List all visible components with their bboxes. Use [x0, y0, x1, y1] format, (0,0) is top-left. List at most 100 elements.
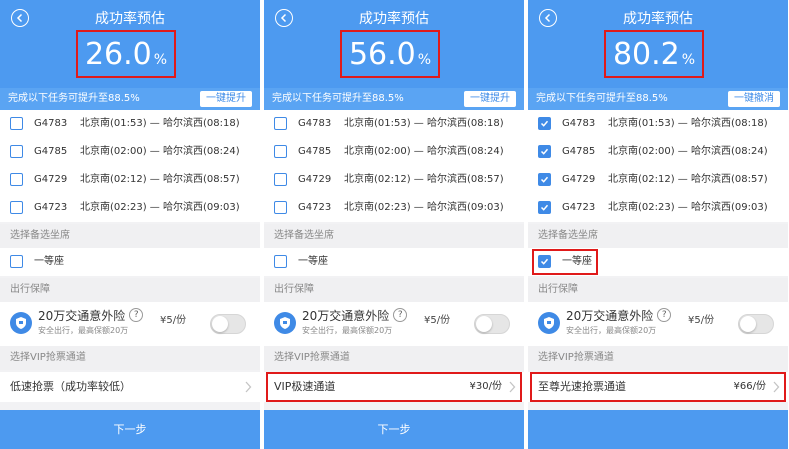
train-row[interactable]: G4785 北京南(02:00) — 哈尔滨西(08:24) [528, 138, 788, 166]
vip-section-title: 选择VIP抢票通道 [264, 346, 524, 370]
train-route: 北京南(01:53) — 哈尔滨西(08:18) [344, 118, 504, 129]
train-code: G4783 [34, 118, 68, 129]
toggle-knob [476, 316, 492, 332]
train-checkbox[interactable] [538, 173, 551, 186]
train-route: 北京南(02:00) — 哈尔滨西(08:24) [344, 146, 504, 157]
next-step-button[interactable] [528, 410, 788, 449]
vip-section-title: 选择VIP抢票通道 [0, 346, 260, 370]
train-code: G4723 [298, 202, 332, 213]
next-step-button[interactable]: 下一步 [0, 410, 260, 449]
insurance-price: ¥5/份 [160, 315, 187, 326]
seat-option[interactable]: 一等座 [264, 248, 524, 276]
train-route: 北京南(02:00) — 哈尔滨西(08:24) [80, 146, 240, 157]
insurance-name: 20万交通意外险? [302, 308, 408, 324]
help-icon[interactable]: ? [393, 308, 408, 322]
success-rate-display: 80.2% [604, 30, 704, 78]
check-icon [540, 204, 549, 211]
train-row[interactable]: G4729 北京南(02:12) — 哈尔滨西(08:57) [264, 166, 524, 194]
train-row[interactable]: G4783 北京南(01:53) — 哈尔滨西(08:18) [528, 110, 788, 138]
train-row[interactable]: G4783 北京南(01:53) — 哈尔滨西(08:18) [0, 110, 260, 138]
train-row[interactable]: G4729 北京南(02:12) — 哈尔滨西(08:57) [0, 166, 260, 194]
seat-highlight-box [532, 249, 598, 275]
train-row[interactable]: G4785 北京南(02:00) — 哈尔滨西(08:24) [264, 138, 524, 166]
train-checkbox[interactable] [10, 201, 23, 214]
insurance-subtitle: 安全出行，最高保额20万 [38, 326, 129, 335]
toggle-knob [212, 316, 228, 332]
train-checkbox[interactable] [274, 173, 287, 186]
insurance-subtitle: 安全出行，最高保额20万 [566, 326, 657, 335]
seat-checkbox[interactable] [10, 255, 23, 268]
help-icon[interactable]: ? [129, 308, 144, 322]
insurance-toggle[interactable] [474, 314, 510, 334]
insurance-toggle[interactable] [738, 314, 774, 334]
train-code: G4785 [562, 146, 596, 157]
train-checkbox[interactable] [538, 117, 551, 130]
seat-section-title: 选择备选坐席 [528, 224, 788, 248]
train-code: G4783 [562, 118, 596, 129]
train-row[interactable]: G4723 北京南(02:23) — 哈尔滨西(09:03) [0, 194, 260, 222]
undo-button[interactable]: 一键撤消 [728, 91, 780, 107]
seat-checkbox[interactable] [274, 255, 287, 268]
check-icon [540, 148, 549, 155]
train-code: G4723 [34, 202, 68, 213]
train-row[interactable]: G4729 北京南(02:12) — 哈尔滨西(08:57) [528, 166, 788, 194]
success-rate-display: 26.0% [76, 30, 176, 78]
vip-section-title: 选择VIP抢票通道 [528, 346, 788, 370]
success-rate-unit: % [417, 52, 432, 68]
insurance-name: 20万交通意外险? [38, 308, 144, 324]
train-row[interactable]: G4785 北京南(02:00) — 哈尔滨西(08:24) [0, 138, 260, 166]
train-route: 北京南(02:12) — 哈尔滨西(08:57) [80, 174, 240, 185]
train-checkbox[interactable] [274, 201, 287, 214]
insurance-subtitle: 安全出行，最高保额20万 [302, 326, 393, 335]
vip-channel-label: 低速抢票（成功率较低） [10, 380, 131, 393]
train-checkbox[interactable] [538, 201, 551, 214]
page-title: 成功率预估 [359, 11, 429, 27]
insurance-section-title: 出行保障 [0, 278, 260, 302]
train-checkbox[interactable] [10, 173, 23, 186]
train-code: G4785 [298, 146, 332, 157]
insurance-toggle[interactable] [210, 314, 246, 334]
check-icon [540, 120, 549, 127]
train-row[interactable]: G4783 北京南(01:53) — 哈尔滨西(08:18) [264, 110, 524, 138]
comparison-screenshots: 成功率预估 26.0% 完成以下任务可提升至88.5% 一键提升 G4783 北… [0, 0, 789, 449]
next-step-button[interactable]: 下一步 [264, 410, 524, 449]
train-route: 北京南(02:00) — 哈尔滨西(08:24) [608, 146, 768, 157]
boost-button[interactable]: 一键提升 [464, 91, 516, 107]
success-rate-value: 26.0 [84, 37, 152, 72]
train-route: 北京南(01:53) — 哈尔滨西(08:18) [608, 118, 768, 129]
train-route: 北京南(02:12) — 哈尔滨西(08:57) [344, 174, 504, 185]
train-checkbox[interactable] [274, 117, 287, 130]
success-rate-display: 56.0% [340, 30, 440, 78]
vip-channel-row[interactable]: 低速抢票（成功率较低） [0, 372, 260, 402]
chevron-right-icon [245, 381, 252, 393]
train-checkbox[interactable] [538, 145, 551, 158]
insurance-section-title: 出行保障 [264, 278, 524, 302]
train-route: 北京南(02:12) — 哈尔滨西(08:57) [608, 174, 768, 185]
boost-button[interactable]: 一键提升 [200, 91, 252, 107]
train-checkbox[interactable] [10, 117, 23, 130]
toggle-knob [740, 316, 756, 332]
insurance-section-title: 出行保障 [528, 278, 788, 302]
success-rate-unit: % [681, 52, 696, 68]
train-row[interactable]: G4723 北京南(02:23) — 哈尔滨西(09:03) [528, 194, 788, 222]
train-code: G4729 [34, 174, 68, 185]
seat-label: 一等座 [298, 256, 328, 267]
insurance-name: 20万交通意外险? [566, 308, 672, 324]
shield-icon [10, 312, 32, 334]
insurance-price: ¥5/份 [424, 315, 451, 326]
check-icon [540, 176, 549, 183]
train-code: G4729 [562, 174, 596, 185]
page-title: 成功率预估 [95, 11, 165, 27]
vip-highlight-box [266, 372, 522, 402]
help-icon[interactable]: ? [657, 308, 672, 322]
seat-option[interactable]: 一等座 [0, 248, 260, 276]
train-checkbox[interactable] [10, 145, 23, 158]
insurance-row: 20万交通意外险? 安全出行，最高保额20万 ¥5/份 [0, 302, 260, 346]
screen-1: 成功率预估 26.0% 完成以下任务可提升至88.5% 一键提升 G4783 北… [0, 0, 260, 449]
train-checkbox[interactable] [274, 145, 287, 158]
success-rate-unit: % [153, 52, 168, 68]
page-title: 成功率预估 [623, 11, 693, 27]
train-route: 北京南(01:53) — 哈尔滨西(08:18) [80, 118, 240, 129]
vip-highlight-box [530, 372, 786, 402]
train-row[interactable]: G4723 北京南(02:23) — 哈尔滨西(09:03) [264, 194, 524, 222]
